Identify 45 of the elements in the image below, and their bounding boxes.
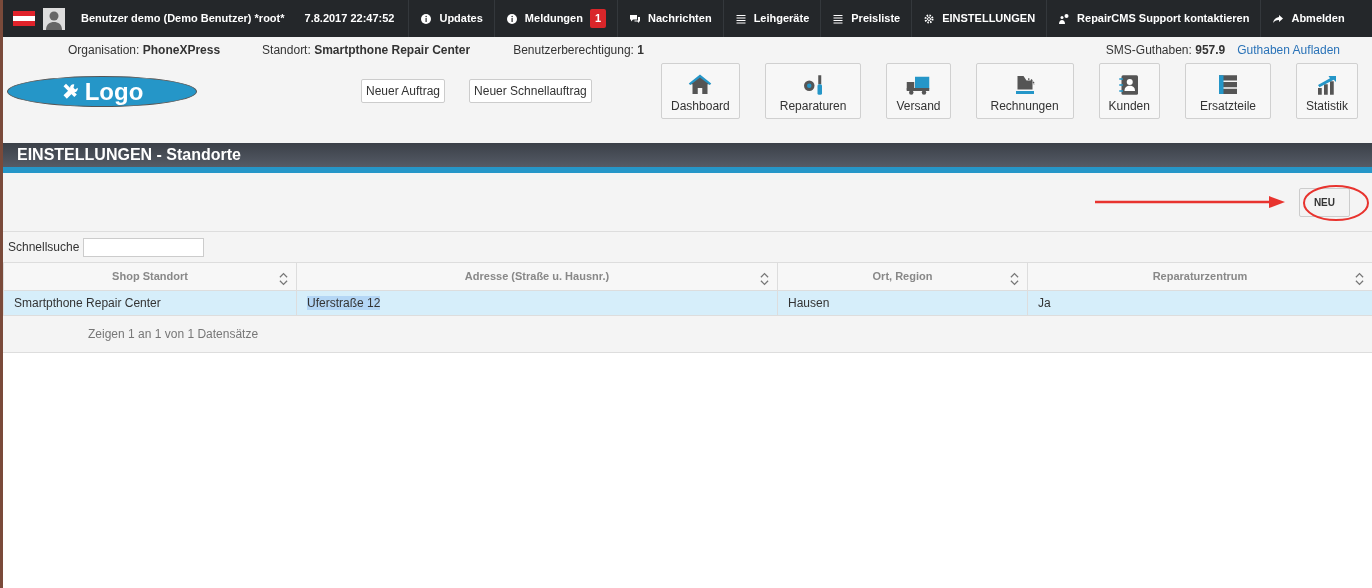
list-icon [832,12,845,25]
info-icon [420,12,433,25]
sms-balance: SMS-Guthaben: 957.9 [1105,42,1226,59]
info-icon [505,12,518,25]
share-icon [1272,12,1285,25]
search-label: Schnellsuche [8,239,80,256]
sort-icon [760,272,769,286]
chart-icon [1315,73,1339,97]
module-button[interactable]: Kunden [1098,63,1160,119]
chat-icon [629,12,642,25]
count-badge: 1 [589,9,607,28]
sort-icon [279,272,288,286]
user-name: Benutzer demo (Demo Benutzer) *root* [81,11,285,27]
module-button[interactable]: Ersatzteile [1184,63,1271,119]
sort-icon [1355,272,1364,286]
new-button[interactable]: NEU [1298,187,1350,217]
sort-icon [1010,272,1019,286]
search-field[interactable] [83,237,205,257]
logo-text: Logo [84,76,144,107]
annotation-circle [1302,184,1370,222]
table-row[interactable]: Smartpthone Repair Center Uferstraße 12 Hausen Ja [3,290,1372,315]
module-button[interactable]: Reparaturen [764,63,862,119]
module-button[interactable]: Statistik [1296,63,1358,119]
section-header: EINSTELLUNGEN - Standorte [3,143,1372,173]
table-cell: Hausen [788,295,830,310]
record-count: Zeigen 1 an 1 von 1 Datensätze [88,325,259,343]
list-icon [734,12,747,25]
house-icon [688,73,713,97]
table-cell: Smartpthone Repair Center [14,295,161,310]
date-time: 7.8.2017 22:47:52 [304,11,395,27]
table-cell: Uferstraße 12 [307,295,381,310]
support-icon [1058,12,1071,25]
avatar-icon [43,7,65,30]
module-button[interactable]: Rechnungen [975,63,1074,119]
info-text: Standort: Smartpthone Repair Center [262,42,471,59]
flag-icon [13,11,35,26]
module-button[interactable]: Dashboard [661,63,740,119]
top-up-link[interactable]: Guthaben Aufladen [1237,41,1340,59]
quick-action-button[interactable]: Neuer Schnellauftrag [469,79,592,103]
info-text: Benutzerberechtigung: 1 [513,42,644,59]
settings-icon [923,12,936,25]
info-text: Organisation: PhoneXPress [68,42,221,59]
table-cell: Ja [1038,295,1051,310]
module-button[interactable]: Versand [886,63,951,119]
quick-action-button[interactable]: Neuer Auftrag [361,79,446,103]
